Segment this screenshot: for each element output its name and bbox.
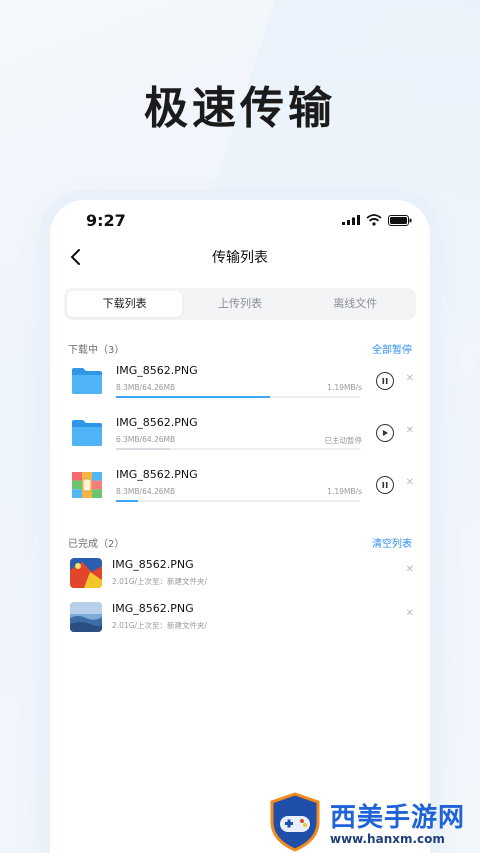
file-name: IMG_8562.PNG bbox=[116, 416, 198, 429]
clear-list-button[interactable]: 清空列表 bbox=[372, 535, 412, 550]
watermark-url: www.hanxm.com bbox=[330, 832, 445, 846]
back-arrow-icon[interactable] bbox=[64, 244, 90, 270]
image-thumbnail-icon bbox=[70, 602, 102, 632]
downloading-label: 下载中（3） bbox=[68, 344, 125, 356]
file-name: IMG_8562.PNG bbox=[112, 558, 194, 571]
battery-icon bbox=[388, 214, 412, 226]
close-icon[interactable]: ✕ bbox=[406, 608, 414, 619]
downloading-list: IMG_8562.PNG 8.3MB/64.26MB 1.19MB/s ✕ IM… bbox=[50, 358, 430, 514]
play-icon bbox=[383, 430, 388, 436]
play-button[interactable] bbox=[376, 424, 394, 442]
status-time: 9:27 bbox=[86, 210, 126, 230]
close-icon[interactable]: ✕ bbox=[406, 373, 414, 384]
folder-icon bbox=[72, 420, 102, 446]
progress-bar bbox=[116, 500, 360, 502]
tab-upload[interactable]: 上传列表 bbox=[182, 291, 297, 317]
completed-header: 已完成（2） 清空列表 bbox=[50, 532, 430, 552]
downloading-header: 下载中（3） 全部暂停 bbox=[50, 338, 430, 358]
pause-icon bbox=[382, 482, 388, 488]
close-icon[interactable]: ✕ bbox=[406, 564, 414, 575]
watermark-title: 西美手游网 bbox=[330, 803, 466, 833]
pause-icon bbox=[382, 378, 388, 384]
nav-title: 传输列表 bbox=[212, 250, 268, 266]
tab-download[interactable]: 下载列表 bbox=[67, 291, 183, 317]
completed-label: 已完成（2） bbox=[68, 538, 125, 550]
nav-bar: 传输列表 bbox=[50, 240, 430, 274]
file-size: 8.3MB/64.26MB bbox=[116, 383, 176, 392]
pause-all-button[interactable]: 全部暂停 bbox=[372, 341, 412, 356]
status-bar: 9:27 bbox=[50, 200, 430, 240]
pause-button[interactable] bbox=[376, 476, 394, 494]
download-item[interactable]: IMG_8562.PNG 8.3MB/64.26MB 1.19MB/s ✕ bbox=[50, 358, 430, 410]
download-item[interactable]: IMG_8562.PNG 8.3MB/64.26MB 1.19MB/s ✕ bbox=[50, 462, 430, 514]
file-name: IMG_8562.PNG bbox=[116, 468, 198, 481]
progress-bar bbox=[116, 396, 360, 398]
download-item[interactable]: IMG_8562.PNG 6.3MB/64.26MB 已主动暂停 ✕ bbox=[50, 410, 430, 462]
close-icon[interactable]: ✕ bbox=[406, 477, 414, 488]
file-speed: 1.19MB/s bbox=[327, 487, 362, 496]
tab-bar: 下载列表 上传列表 离线文件 bbox=[64, 288, 416, 320]
archive-icon bbox=[72, 472, 102, 498]
file-name: IMG_8562.PNG bbox=[116, 364, 198, 377]
pause-button[interactable] bbox=[376, 372, 394, 390]
completed-item[interactable]: IMG_8562.PNG 2.01G/上次至：新建文件夹/ ✕ bbox=[50, 596, 430, 640]
image-thumbnail-icon bbox=[70, 558, 102, 588]
file-size: 6.3MB/64.26MB bbox=[116, 435, 176, 444]
watermark: 西美手游网 www.hanxm.com bbox=[268, 790, 480, 853]
completed-item[interactable]: IMG_8562.PNG 2.01G/上次至：新建文件夹/ ✕ bbox=[50, 552, 430, 596]
gamepad-shield-logo bbox=[270, 791, 320, 852]
tab-offline[interactable]: 离线文件 bbox=[298, 291, 413, 317]
file-status: 已主动暂停 bbox=[324, 436, 363, 445]
close-icon[interactable]: ✕ bbox=[406, 425, 414, 436]
wifi-icon bbox=[366, 214, 382, 226]
file-location: 2.01G/上次至：新建文件夹/ bbox=[112, 621, 208, 630]
file-location: 2.01G/上次至：新建文件夹/ bbox=[112, 577, 208, 586]
signal-icon bbox=[342, 215, 360, 225]
file-name: IMG_8562.PNG bbox=[112, 602, 194, 615]
phone-frame: 9:27 传输列表 下载列表 上传列表 离线文件 下载中（3） 全部暂停 IMG… bbox=[50, 200, 430, 853]
page-headline: 极速传输 bbox=[144, 83, 336, 134]
progress-bar bbox=[116, 448, 360, 450]
completed-list: IMG_8562.PNG 2.01G/上次至：新建文件夹/ ✕ IMG_8562… bbox=[50, 552, 430, 640]
system-icons bbox=[342, 214, 412, 226]
folder-icon bbox=[72, 368, 102, 394]
file-speed: 1.19MB/s bbox=[327, 383, 362, 392]
file-size: 8.3MB/64.26MB bbox=[116, 487, 176, 496]
